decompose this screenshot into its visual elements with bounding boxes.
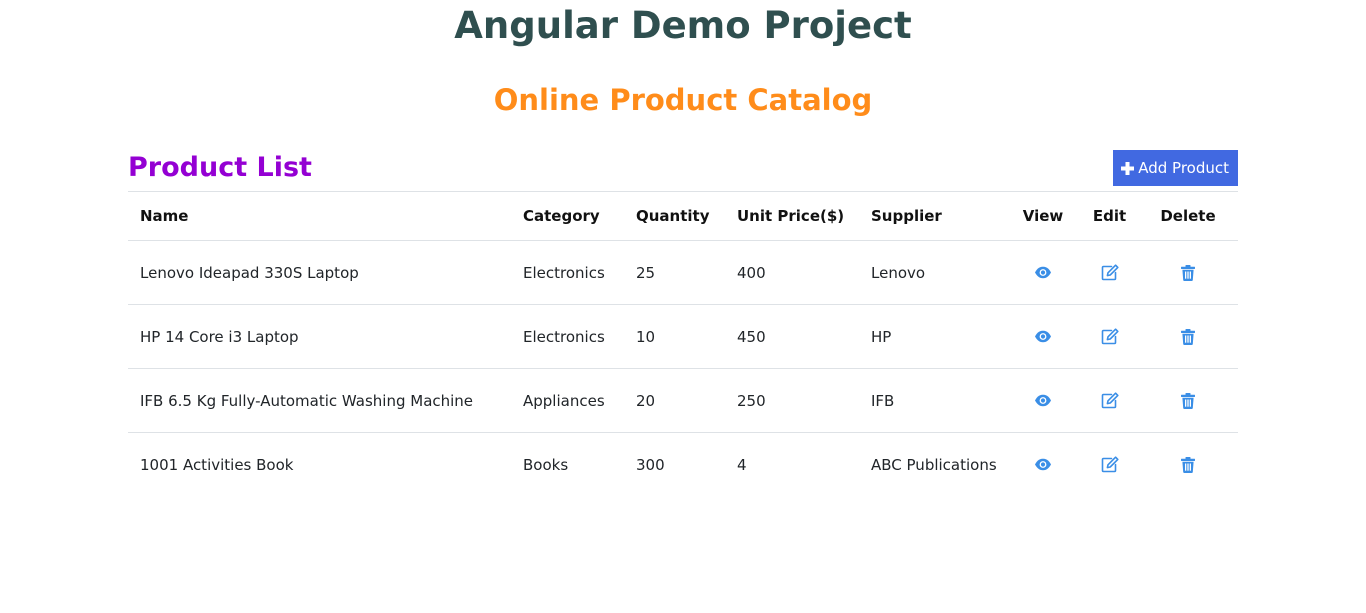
product-unit-price: 4 [737, 455, 747, 474]
product-quantity: 300 [636, 455, 665, 474]
app-title: Angular Demo Project [454, 4, 912, 47]
column-header-supplier: Supplier [859, 191, 1005, 241]
column-header-name: Name [128, 191, 511, 241]
edit-icon[interactable] [1098, 453, 1122, 477]
delete-cell [1138, 433, 1238, 497]
view-cell [1005, 304, 1081, 369]
product-unit-price: 450 [725, 304, 859, 369]
add-product-button[interactable]: Add Product [1113, 150, 1238, 186]
view-cell [1005, 368, 1081, 433]
table-row: Lenovo Ideapad 330S Laptop Electronics 2… [128, 240, 1238, 305]
product-supplier: HP [859, 304, 1005, 369]
page: Angular Demo Project Online Product Cata… [0, 0, 1366, 613]
delete-cell [1138, 304, 1238, 369]
product-category: Electronics [511, 304, 624, 369]
product-quantity: 10 [624, 304, 725, 369]
trash-icon[interactable] [1176, 389, 1200, 413]
product-name: IFB 6.5 Kg Fully-Automatic Washing Machi… [128, 368, 511, 433]
edit-cell [1081, 304, 1138, 369]
edit-cell [1081, 240, 1138, 305]
table-row: 1001 Activities Book Books 300 4 ABC Pub… [128, 433, 1238, 497]
product-supplier: IFB [859, 368, 1005, 433]
edit-cell [1081, 433, 1138, 497]
product-supplier: ABC Publications [871, 455, 997, 474]
plus-icon [1121, 161, 1135, 175]
eye-icon[interactable] [1031, 325, 1055, 349]
product-name: Lenovo Ideapad 330S Laptop [128, 240, 511, 305]
eye-icon[interactable] [1031, 261, 1055, 285]
product-list-title: Product List [128, 152, 312, 183]
product-table: Name Category Quantity Unit Price($) Sup… [128, 191, 1238, 496]
edit-cell [1081, 368, 1138, 433]
table-row: IFB 6.5 Kg Fully-Automatic Washing Machi… [128, 368, 1238, 433]
edit-icon[interactable] [1098, 325, 1122, 349]
view-cell [1005, 240, 1081, 305]
product-unit-price: 400 [725, 240, 859, 305]
trash-icon[interactable] [1176, 325, 1200, 349]
product-list-section: Product List Add Product Name Category Q… [128, 146, 1238, 496]
product-quantity: 25 [624, 240, 725, 305]
column-header-unit-price: Unit Price($) [725, 191, 859, 241]
product-category: Appliances [511, 368, 624, 433]
column-header-edit: Edit [1081, 191, 1138, 241]
edit-icon[interactable] [1098, 389, 1122, 413]
delete-cell [1138, 368, 1238, 433]
product-name: 1001 Activities Book [140, 455, 294, 474]
product-name: HP 14 Core i3 Laptop [128, 304, 511, 369]
eye-icon[interactable] [1031, 453, 1055, 477]
table-row: HP 14 Core i3 Laptop Electronics 10 450 … [128, 304, 1238, 369]
product-unit-price: 250 [725, 368, 859, 433]
column-header-view: View [1005, 191, 1081, 241]
eye-icon[interactable] [1031, 389, 1055, 413]
column-header-quantity: Quantity [624, 191, 725, 241]
product-quantity: 20 [624, 368, 725, 433]
table-body: Lenovo Ideapad 330S Laptop Electronics 2… [128, 240, 1238, 497]
catalog-title: Online Product Catalog [493, 83, 873, 117]
product-category: Books [523, 455, 569, 474]
delete-cell [1138, 240, 1238, 305]
view-cell [1005, 433, 1081, 497]
product-list-header: Product List Add Product [128, 146, 1238, 191]
header-row: Name Category Quantity Unit Price($) Sup… [128, 191, 1238, 241]
trash-icon[interactable] [1176, 453, 1200, 477]
table-header: Name Category Quantity Unit Price($) Sup… [128, 191, 1238, 241]
product-supplier: Lenovo [859, 240, 1005, 305]
trash-icon[interactable] [1176, 261, 1200, 285]
product-category: Electronics [511, 240, 624, 305]
edit-icon[interactable] [1098, 261, 1122, 285]
column-header-delete: Delete [1138, 191, 1238, 241]
add-product-label: Add Product [1138, 159, 1229, 177]
column-header-category: Category [511, 191, 624, 241]
